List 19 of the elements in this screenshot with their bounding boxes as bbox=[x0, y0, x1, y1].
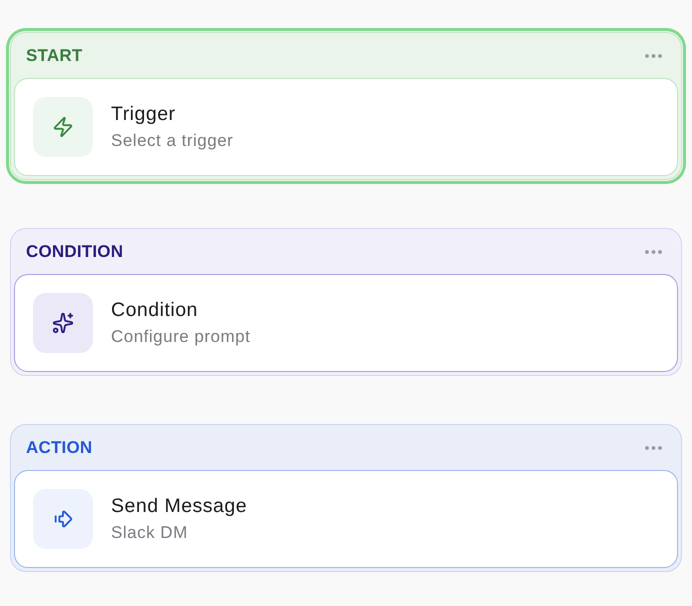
step-panel[interactable]: CONDITION Condition Configure prompt bbox=[10, 228, 682, 376]
lightning-bolt-icon bbox=[33, 97, 93, 157]
more-icon bbox=[644, 250, 662, 254]
step-subtitle: Configure prompt bbox=[111, 327, 250, 347]
step-title: Condition bbox=[111, 299, 199, 322]
step-subtitle: Select a trigger bbox=[111, 131, 234, 151]
step-card[interactable]: Trigger Select a trigger bbox=[14, 78, 678, 176]
more-icon bbox=[644, 446, 662, 450]
step-card[interactable]: Condition Configure prompt bbox=[14, 274, 678, 372]
step-label: ACTION bbox=[26, 438, 92, 458]
step-title: Send Message bbox=[111, 495, 248, 518]
sparkles-icon bbox=[33, 293, 93, 353]
step-subtitle: Slack DM bbox=[111, 523, 189, 543]
step-label: START bbox=[26, 46, 82, 66]
step-panel[interactable]: ACTION Send Message Slack DM bbox=[10, 424, 682, 572]
more-icon bbox=[644, 54, 662, 58]
step-title: Trigger bbox=[111, 103, 177, 126]
step-label: CONDITION bbox=[26, 242, 124, 262]
step-card[interactable]: Send Message Slack DM bbox=[14, 470, 678, 568]
